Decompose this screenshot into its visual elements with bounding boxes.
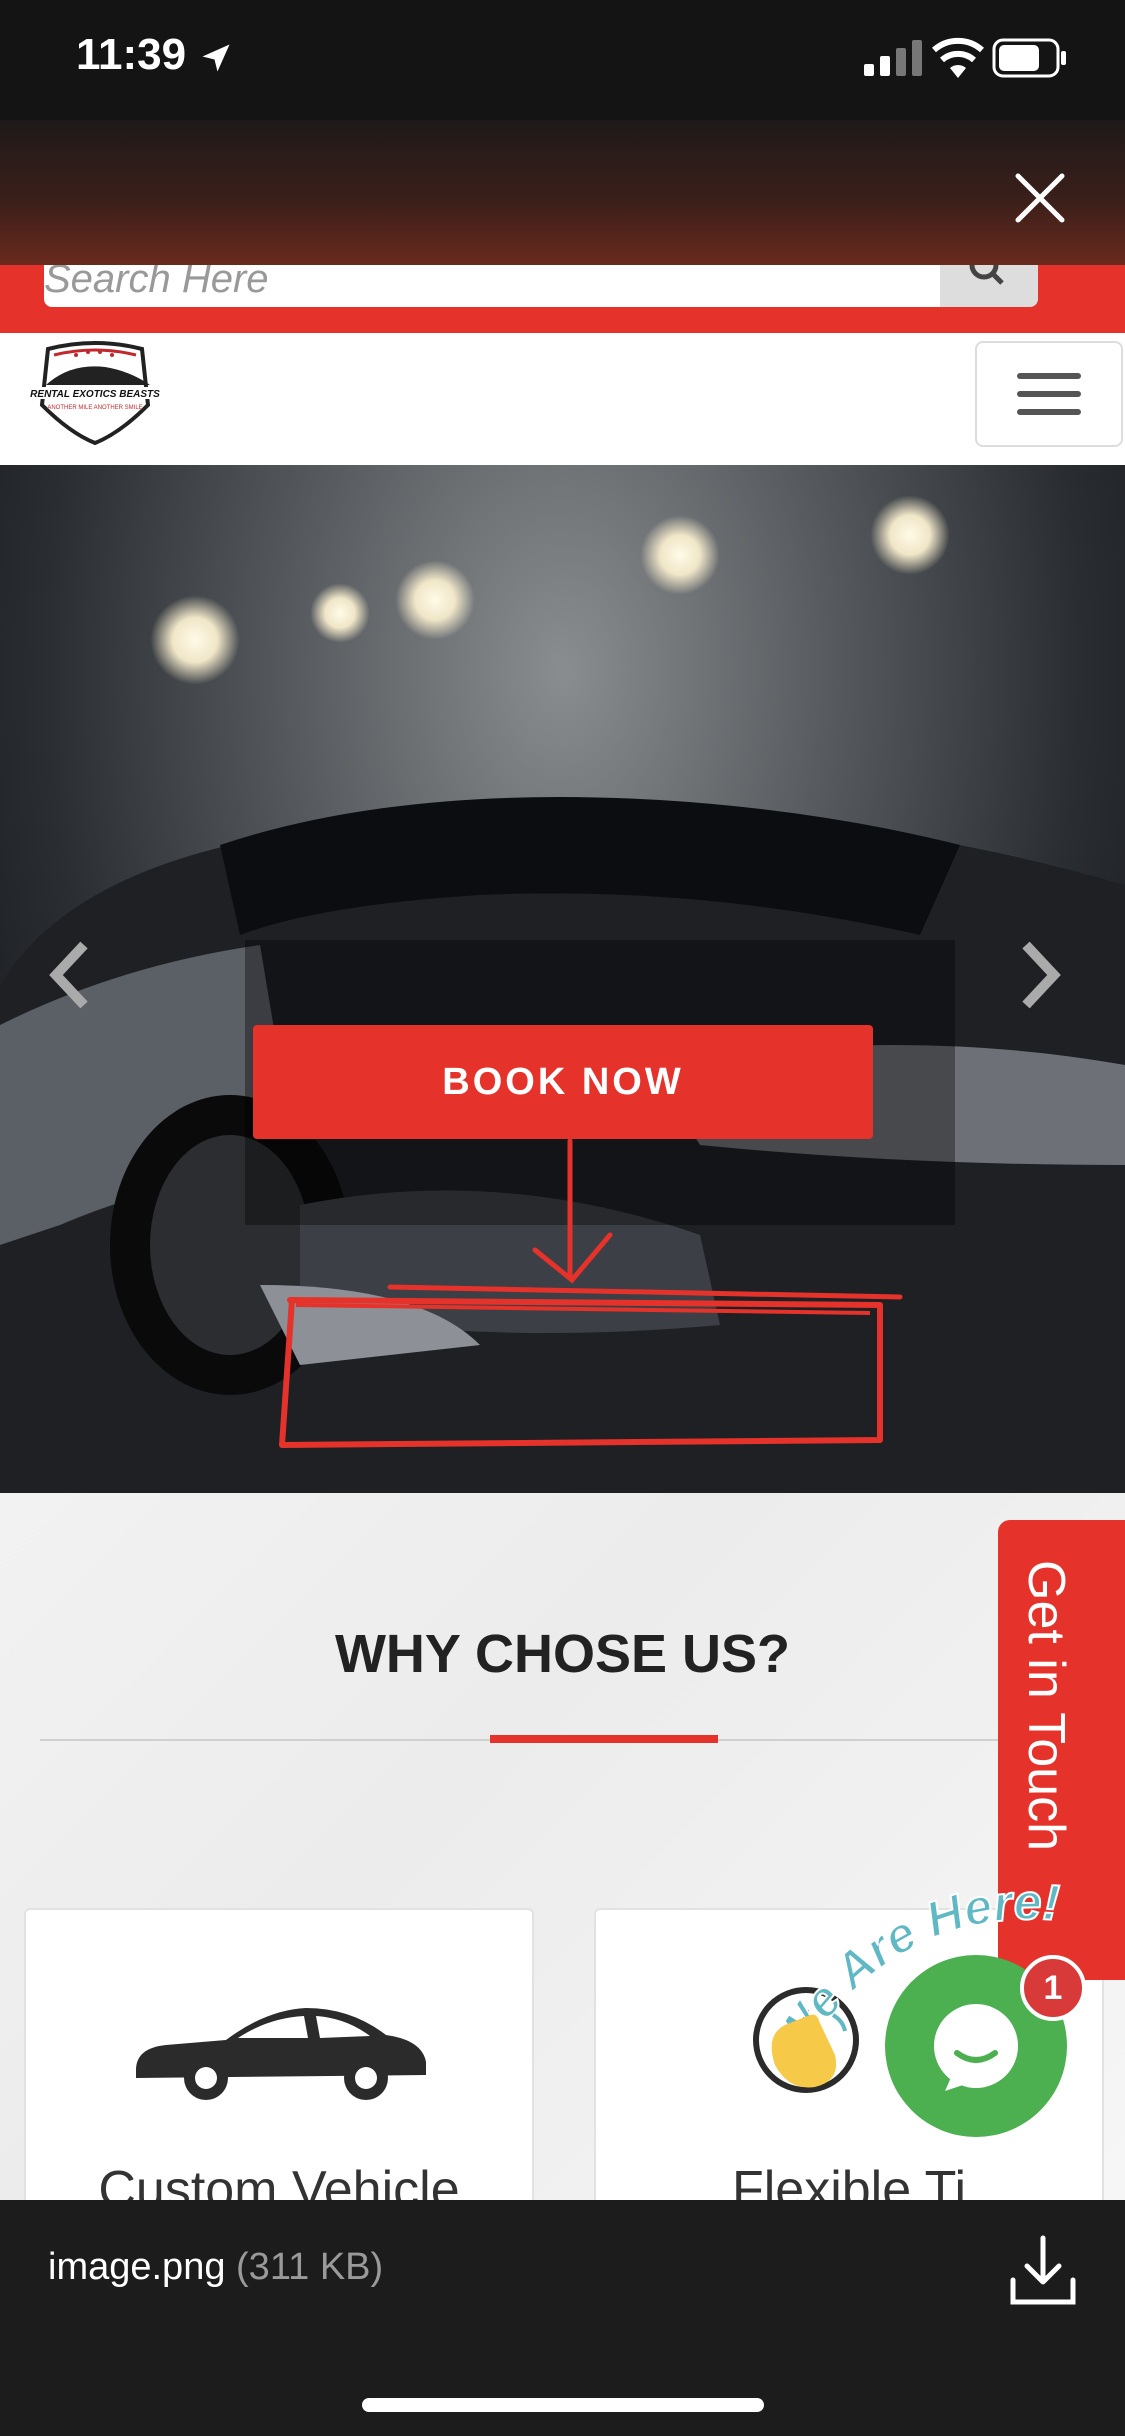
get-in-touch-label: Get in Touch (1017, 1560, 1075, 1852)
search-placeholder: Search Here (44, 265, 269, 301)
menu-line (1017, 373, 1081, 379)
location-arrow-icon (202, 44, 230, 72)
file-size: (311 KB) (236, 2246, 384, 2288)
viewer-header (0, 120, 1125, 265)
download-icon[interactable] (1005, 2232, 1081, 2308)
menu-line (1017, 409, 1081, 415)
waving-hand-icon (771, 2013, 847, 2088)
svg-text:RENTAL EXOTICS BEASTS: RENTAL EXOTICS BEASTS (30, 389, 160, 400)
car-icon (136, 2008, 426, 2100)
search-icon (969, 265, 1004, 285)
hero-carousel: BOOK NOW (0, 465, 1125, 1493)
title-underline (490, 1735, 718, 1743)
feature-card-title: Flexible Ti (731, 2161, 967, 2200)
file-info: image.png (311 KB) (48, 2246, 383, 2289)
hamburger-menu-button[interactable] (975, 341, 1123, 447)
cellular-signal-icon (864, 40, 922, 76)
brand-logo[interactable]: RENTAL EXOTICS BEASTS ANOTHER MILE ANOTH… (10, 335, 180, 447)
feature-card[interactable]: Custom Vehicle (24, 1908, 534, 2200)
notification-badge: 1 (1020, 1955, 1086, 2021)
annotation-drawing (279, 1138, 903, 1448)
navbar: RENTAL EXOTICS BEASTS ANOTHER MILE ANOTH… (0, 333, 1125, 466)
file-name: image.png (48, 2246, 226, 2288)
home-indicator (362, 2398, 764, 2412)
close-icon[interactable] (1010, 168, 1070, 228)
wifi-icon (932, 37, 984, 78)
feature-card-title: Custom Vehicle (98, 2161, 460, 2200)
status-time: 11:39 (76, 30, 187, 79)
search-button[interactable] (940, 265, 1038, 307)
section-title: WHY CHOSE US? (334, 1624, 791, 1684)
menu-line (1017, 391, 1081, 397)
battery-icon (992, 38, 1066, 78)
svg-text:ANOTHER MILE ANOTHER SMILE: ANOTHER MILE ANOTHER SMILE (47, 405, 142, 411)
